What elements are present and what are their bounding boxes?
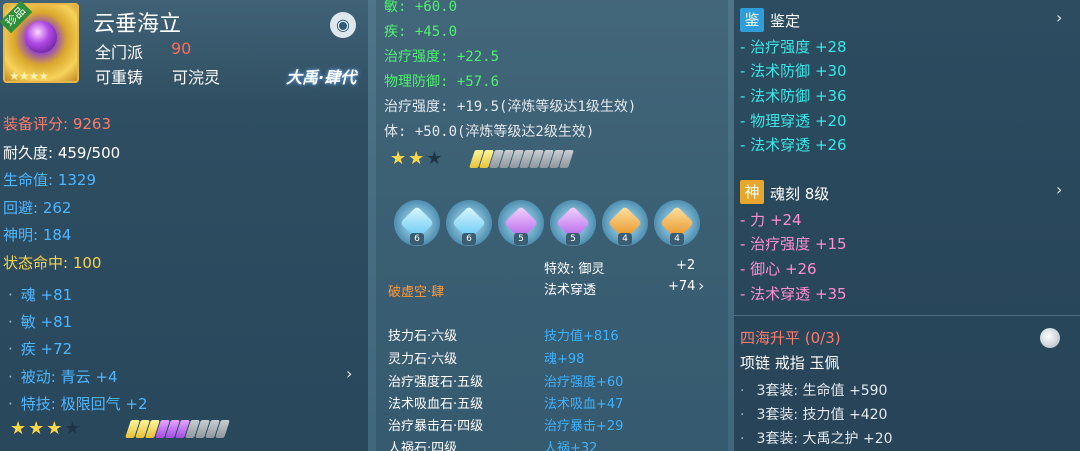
era-logo: 大禹·肆代 [286,68,357,87]
stat-row: 生命值: 1329 [3,169,96,190]
item-school: 全门派 [95,43,144,62]
appraise-line: - 法术穿透 +26 [740,136,847,154]
item-icon: 珍品 ★★★★ [0,0,79,83]
stat-row: 装备评分: 9263 [3,113,111,134]
chevron-right-icon[interactable]: › [1056,180,1062,199]
set-pieces: 项链 戒指 玉佩 [740,354,840,372]
bonus-row: · 敏 +81 [8,313,73,331]
chevron-right-icon[interactable]: › [698,276,704,295]
stat-label: 生命值: [3,171,54,189]
green-attr-line: 敏: +60.0 [384,0,458,15]
item-icon-stars: ★★★★ [9,69,49,83]
star-rating: ★★★ [390,148,445,169]
gem-slot[interactable]: 5 [550,200,596,246]
gem-slot[interactable]: 5 [498,200,544,246]
stone-name: 治疗暴击石·四级 [388,419,484,434]
bonus-row: · 魂 +81 [8,286,73,304]
item-level: 90 [171,39,192,58]
extra-attr-panel: 鉴 鉴定 › - 治疗强度 +28 - 法术防御 +30 - 法术防御 +36 … [734,0,1080,451]
set-name: 破虚空·肆 [388,285,445,300]
conditional-attr-line: 治疗强度: +19.5(淬炼等级达1级生效) [384,99,637,115]
stone-effect: 技力值+816 [544,329,619,344]
penetrate-value: +74 [668,279,696,294]
set-bonus-line: · 3套装: 大禹之护 +20 [740,431,893,447]
effect-value: +2 [676,258,696,273]
appraise-line: - 法术防御 +36 [740,87,847,105]
gem-slot-row: 6 6 5 5 4 4 [390,200,720,250]
star-rating: ★★★★ [10,418,83,439]
item-gem-art [25,21,57,53]
appraise-line: - 法术防御 +30 [740,62,847,80]
stone-effect: 人祸+32 [544,441,598,451]
stat-row: 耐久度: 459/500 [3,142,120,163]
chevron-right-icon[interactable]: › [346,364,352,383]
stone-name: 法术吸血石·五级 [388,397,484,412]
refine-progress-bar [125,420,230,438]
stat-row: 回避: 262 [3,197,71,218]
soul-tag: 神 [740,180,764,204]
stone-effect: 治疗暴击+29 [544,419,624,434]
bonus-row: · 特技: 极限回气 +2 [8,395,148,413]
stat-value: 184 [42,226,72,244]
stone-name: 治疗强度石·五级 [388,375,484,390]
soul-title: 魂刻 8级 [770,185,830,203]
penetrate-label: 法术穿透 [544,283,597,298]
recast-label: 可重铸 [95,68,144,87]
item-title: 云垂海立 [93,12,182,37]
stat-value: 262 [42,199,72,217]
effect-label: 特效: 御灵 [544,262,605,277]
appraise-line: - 治疗强度 +28 [740,38,847,56]
stat-row: 状态命中: 100 [3,252,101,273]
gem-slot[interactable]: 4 [654,200,700,246]
stone-name: 人祸石·四级 [388,441,458,451]
stat-row: 神明: 184 [3,224,71,245]
gem-slot[interactable]: 6 [394,200,440,246]
chevron-right-icon[interactable]: › [1056,8,1062,27]
gem-slot[interactable]: 4 [602,200,648,246]
stat-value: 100 [72,254,102,272]
set-bonus-line: · 3套装: 技力值 +420 [740,407,888,423]
stone-name: 灵力石·六级 [388,352,458,367]
soul-line: - 御心 +26 [740,260,817,278]
refine-label: 可浣灵 [172,68,221,87]
refine-progress-bar [469,150,574,168]
stat-label: 回避: [3,199,39,217]
bonus-row: · 被动: 青云 +4 [8,368,118,386]
stat-label: 装备评分: [3,115,69,133]
moon-icon[interactable] [1040,328,1060,348]
stat-label: 状态命中: [3,254,69,272]
green-attr-line: 治疗强度: +22.5 [384,49,500,65]
stat-value: 1329 [57,171,97,189]
eye-icon[interactable]: ◉ [330,12,356,38]
conditional-attr-line: 体: +50.0(淬炼等级达2级生效) [384,124,595,140]
panel-divider [368,0,376,451]
set-title: 四海升平 (0/3) [740,329,841,347]
stone-effect: 魂+98 [544,352,585,367]
bonus-row: · 疾 +72 [8,340,73,358]
attribute-panel: 敏: +60.0 疾: +45.0 治疗强度: +22.5 物理防御: +57.… [376,0,728,451]
stat-value: 9263 [72,115,112,133]
soul-line: - 力 +24 [740,211,802,229]
stone-name: 技力石·六级 [388,329,458,344]
divider [734,315,1080,316]
stone-effect: 治疗强度+60 [544,375,624,390]
appraise-line: - 物理穿透 +20 [740,112,847,130]
item-detail-panel: 珍品 ★★★★ 云垂海立 全门派 90 可重铸 可浣灵 ◉ 大禹·肆代 装备评分… [0,0,368,451]
set-bonus-line: · 3套装: 生命值 +590 [740,383,888,399]
stat-label: 耐久度: [3,144,54,162]
soul-line: - 法术穿透 +35 [740,285,847,303]
green-attr-line: 物理防御: +57.6 [384,74,500,90]
appraise-tag: 鉴 [740,8,764,32]
green-attr-line: 疾: +45.0 [384,24,458,40]
stat-value: 459/500 [57,144,121,162]
soul-line: - 治疗强度 +15 [740,235,847,253]
gem-slot[interactable]: 6 [446,200,492,246]
appraise-title: 鉴定 [770,12,801,30]
stat-label: 神明: [3,226,39,244]
stone-effect: 法术吸血+47 [544,397,624,412]
